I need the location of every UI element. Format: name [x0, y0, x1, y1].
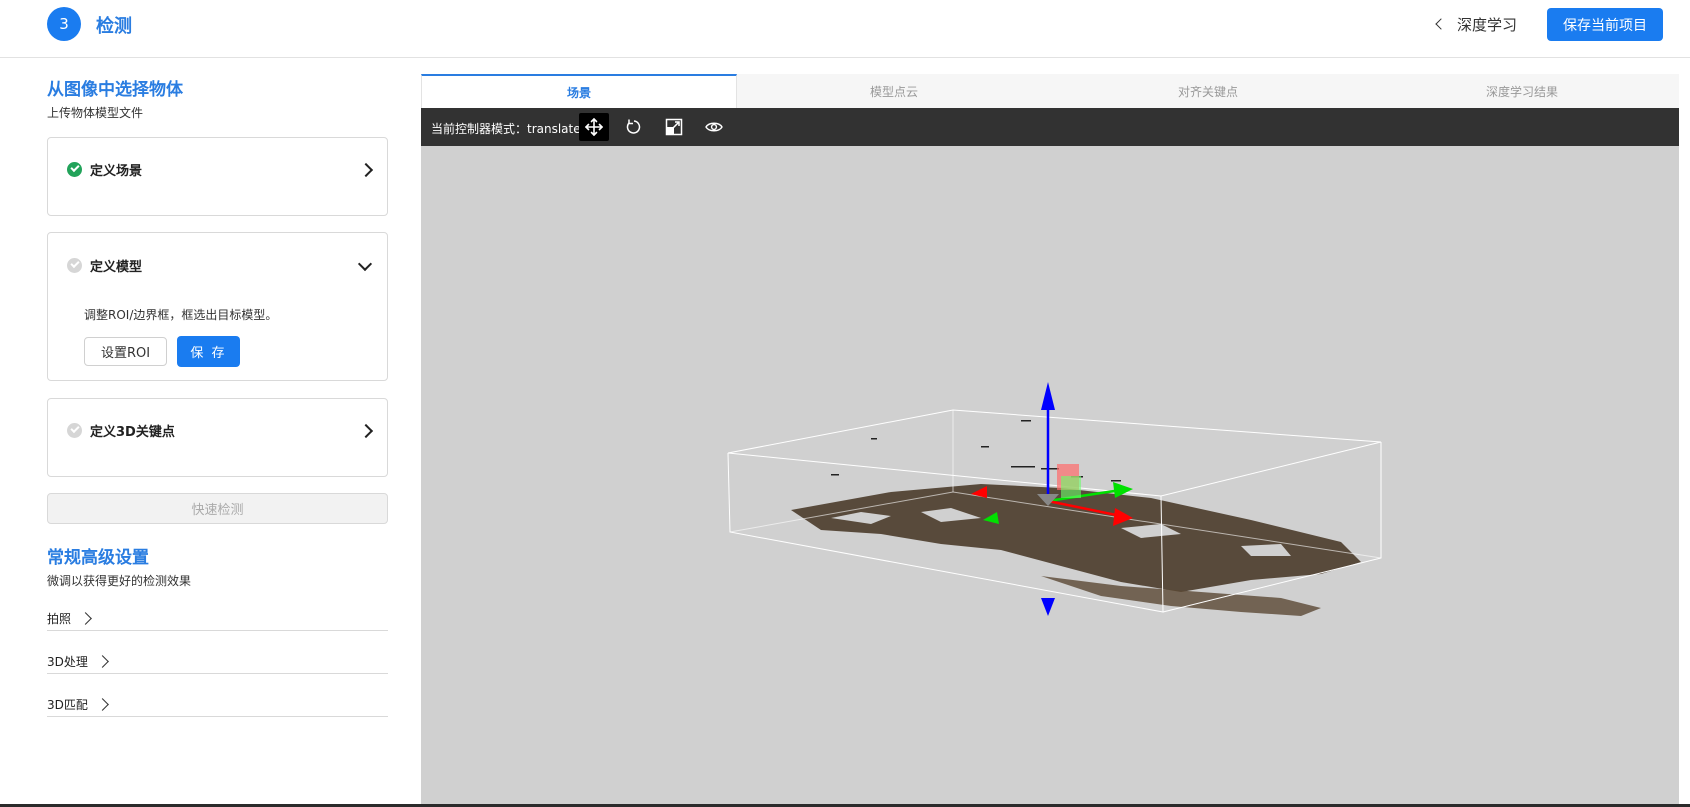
chevron-right-icon	[79, 612, 92, 625]
rotate-icon	[626, 119, 641, 134]
step-number-badge: 3	[47, 7, 81, 41]
advanced-item-capture[interactable]: 拍照	[47, 603, 388, 631]
advanced-item-3d-matching-label[interactable]: 3D匹配	[47, 696, 109, 713]
advanced-settings-subtitle: 微调以获得更好的检测效果	[47, 574, 192, 588]
scale-tool-button[interactable]	[659, 113, 689, 141]
move-icon	[584, 117, 604, 137]
define-scene-card[interactable]: 定义场景	[47, 137, 388, 216]
chevron-right-icon	[96, 655, 109, 668]
chevron-right-icon[interactable]	[358, 162, 374, 178]
advanced-item-3d-processing-label[interactable]: 3D处理	[47, 653, 109, 670]
viewer-tabs: 场景 模型点云 对齐关键点 深度学习结果	[421, 74, 1679, 108]
point-cloud	[791, 420, 1361, 616]
rotate-tool-button[interactable]	[619, 113, 649, 141]
advanced-item-capture-label[interactable]: 拍照	[47, 610, 92, 627]
save-project-button[interactable]: 保存当前项目	[1547, 8, 1663, 41]
tab-scene[interactable]: 场景	[421, 74, 737, 108]
check-circle-icon	[67, 258, 82, 273]
save-model-button[interactable]: 保 存	[177, 336, 240, 367]
define-scene-header: 定义场景	[67, 160, 142, 179]
advanced-item-3d-processing[interactable]: 3D处理	[47, 646, 388, 674]
move-tool-button[interactable]	[579, 113, 609, 141]
tab-model-point-cloud[interactable]: 模型点云	[737, 74, 1051, 108]
advanced-item-label: 3D处理	[47, 655, 88, 669]
tab-deep-learning-results[interactable]: 深度学习结果	[1365, 74, 1679, 108]
back-to-deep-learning-link[interactable]: 深度学习	[1435, 13, 1518, 35]
viewer-toolbar: 当前控制器模式：translate	[421, 108, 1679, 146]
eye-icon	[705, 122, 723, 132]
set-roi-button[interactable]: 设置ROI	[84, 337, 167, 366]
chevron-left-icon	[1435, 18, 1447, 30]
chevron-down-icon[interactable]	[357, 256, 373, 272]
advanced-settings-title: 常规高级设置	[47, 548, 149, 568]
scale-icon	[665, 118, 683, 136]
define-model-title: 定义模型	[90, 260, 143, 275]
select-object-title: 从图像中选择物体	[47, 80, 183, 100]
select-object-subtitle: 上传物体模型文件	[47, 106, 144, 120]
3d-viewport[interactable]	[421, 146, 1679, 804]
define-keypoints-header: 定义3D关键点	[67, 421, 175, 440]
define-model-description: 调整ROI/边界框，框选出目标模型。	[84, 308, 278, 322]
check-circle-icon	[67, 423, 82, 438]
tab-align-keypoints[interactable]: 对齐关键点	[1051, 74, 1365, 108]
define-3d-keypoints-card[interactable]: 定义3D关键点	[47, 398, 388, 477]
advanced-item-3d-matching[interactable]: 3D匹配	[47, 689, 388, 717]
point-cloud-scene[interactable]	[421, 146, 1679, 804]
controller-mode-label: 当前控制器模式：translate	[431, 122, 581, 136]
advanced-item-label: 3D匹配	[47, 698, 88, 712]
quick-detect-button[interactable]: 快速检测	[47, 493, 388, 524]
check-circle-icon	[67, 162, 82, 177]
step-title: 检测	[96, 16, 132, 37]
chevron-right-icon	[96, 698, 109, 711]
define-keypoints-title: 定义3D关键点	[90, 425, 175, 440]
advanced-item-label: 拍照	[47, 612, 72, 626]
back-link-label: 深度学习	[1457, 15, 1518, 34]
define-model-header: 定义模型	[67, 256, 142, 275]
top-header: 3 检测 深度学习 保存当前项目	[0, 0, 1690, 58]
define-model-card: 定义模型 调整ROI/边界框，框选出目标模型。 设置ROI 保 存	[47, 232, 388, 381]
chevron-right-icon[interactable]	[358, 423, 374, 439]
visibility-tool-button[interactable]	[699, 113, 729, 141]
define-scene-title: 定义场景	[90, 164, 143, 179]
